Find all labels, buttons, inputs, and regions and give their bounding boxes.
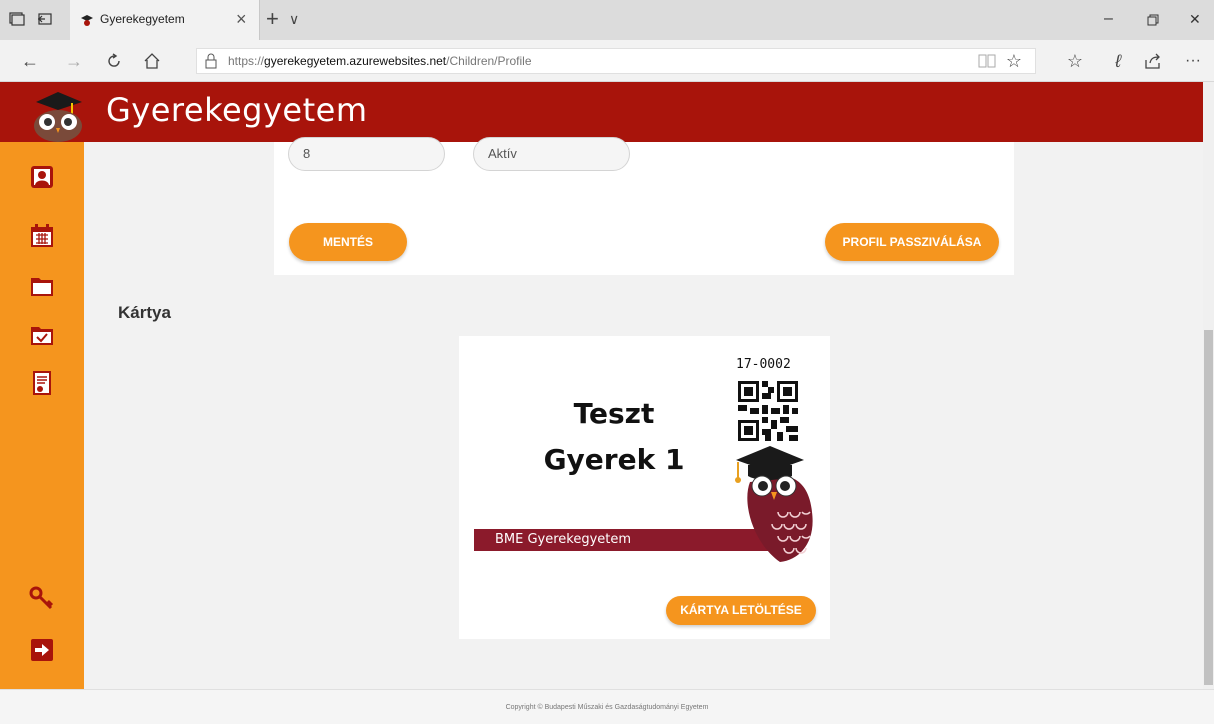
reading-view-icon[interactable] — [978, 53, 996, 69]
owl-mascot-icon — [728, 442, 818, 568]
app-brand-title[interactable]: Gyerekegyetem — [106, 91, 367, 129]
qr-code-icon — [738, 381, 798, 441]
minimize-button[interactable]: – — [1104, 10, 1113, 28]
status-field[interactable]: Aktív — [473, 137, 630, 171]
certificate-icon[interactable] — [28, 369, 56, 397]
calendar-icon[interactable] — [28, 222, 56, 250]
save-button[interactable]: MENTÉS — [289, 223, 407, 261]
key-icon[interactable] — [28, 584, 56, 612]
tab-title: Gyerekegyetem — [100, 12, 185, 26]
tab-list-icon[interactable] — [8, 10, 26, 28]
card-section-heading: Kártya — [118, 303, 171, 322]
card-name-last: Gyerek 1 — [543, 443, 685, 476]
profile-icon[interactable] — [28, 163, 56, 191]
download-card-button[interactable]: KÁRTYA LETÖLTÉSE — [666, 596, 816, 625]
tab-menu-button[interactable]: ∨ — [289, 11, 299, 28]
card-banner-text: BME Gyerekegyetem — [495, 532, 632, 547]
scrollbar-thumb[interactable] — [1204, 330, 1213, 685]
lock-icon — [204, 53, 218, 69]
favorites-hub-icon[interactable]: ☆ — [1064, 51, 1086, 71]
web-note-icon[interactable]: ℓ — [1108, 51, 1128, 71]
card-id: 17-0002 — [736, 357, 791, 372]
refresh-icon[interactable] — [105, 52, 123, 70]
tab-close-button[interactable]: × — [236, 9, 247, 30]
set-aside-tabs-icon[interactable] — [36, 10, 54, 28]
logout-icon[interactable] — [28, 636, 56, 664]
close-window-button[interactable]: ✕ — [1189, 11, 1201, 28]
site-favicon-icon — [80, 13, 94, 27]
share-icon[interactable] — [1144, 52, 1162, 70]
url-text: https://gyerekegyetem.azurewebsites.net/… — [228, 54, 532, 68]
folder-icon[interactable] — [28, 272, 56, 300]
forward-icon[interactable]: → — [62, 51, 86, 71]
checked-folder-icon[interactable] — [28, 321, 56, 349]
back-icon[interactable]: ← — [18, 51, 42, 71]
restore-button[interactable] — [1146, 13, 1160, 27]
home-icon[interactable] — [143, 52, 161, 70]
owl-logo-icon[interactable] — [26, 88, 90, 142]
new-tab-button[interactable]: + — [266, 6, 279, 32]
favorite-star-icon[interactable]: ☆ — [1004, 51, 1024, 71]
number-field[interactable]: 8 — [288, 137, 445, 171]
card-name-first: Teszt — [573, 397, 655, 430]
more-menu-button[interactable]: ··· — [1185, 52, 1201, 70]
deactivate-profile-button[interactable]: PROFIL PASSZIVÁLÁSA — [825, 223, 999, 261]
copyright-text: Copyright © Budapesti Műszaki és Gazdasá… — [505, 704, 709, 711]
